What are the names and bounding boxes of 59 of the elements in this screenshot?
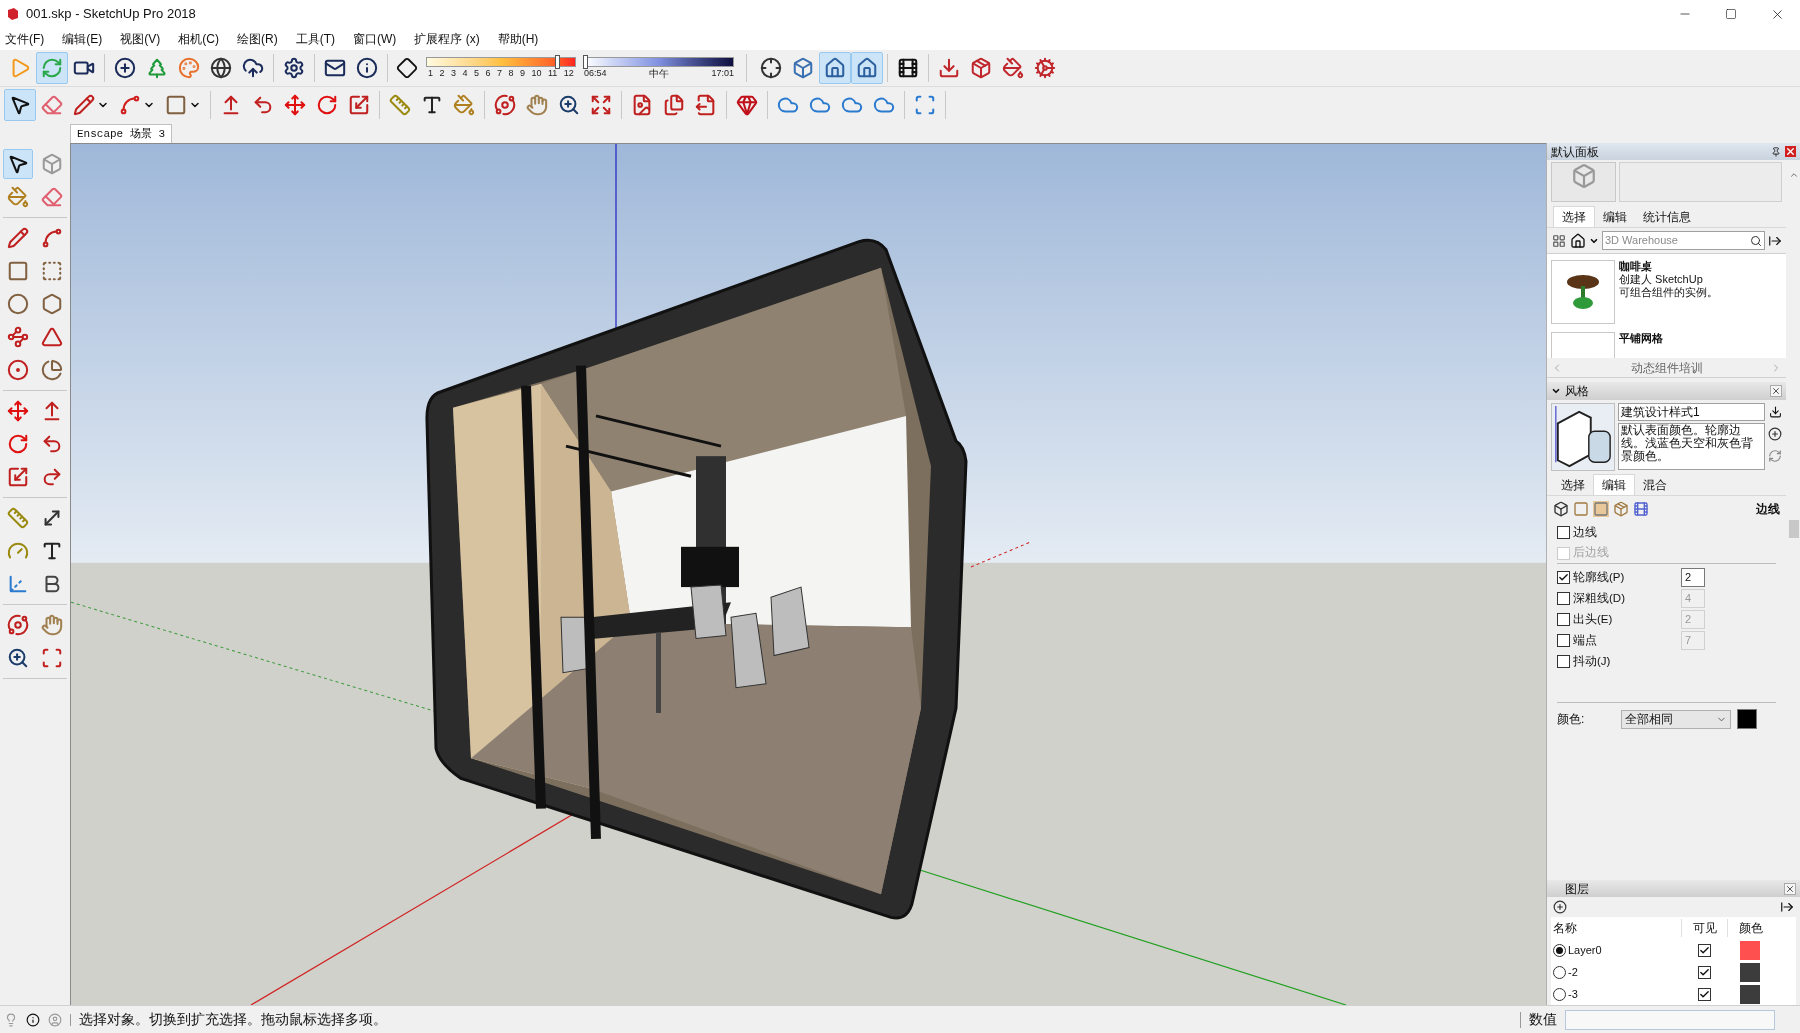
window-title: 001.skp - SketchUp Pro 2018 (26, 5, 196, 24)
menu-item[interactable]: 相机(C) (175, 30, 222, 48)
option-label: 深粗线(D) (1573, 590, 1626, 606)
month-label: 11 (548, 68, 558, 79)
month-label: 6 (485, 68, 491, 79)
component-title[interactable]: 咖啡桌 (1619, 260, 1718, 273)
time-end-label: 17:01 (711, 68, 734, 79)
component-description: 可组合组件的实例。 (1619, 286, 1718, 299)
collection-name: 动态组件培训 (1630, 359, 1703, 377)
style-description-field[interactable]: 默认表面颜色。轮廓边线。浅蓝色天空和灰色背景颜色。 (1618, 423, 1765, 470)
month-label: 5 (474, 68, 479, 79)
panel-tab[interactable]: 编辑 (1593, 474, 1635, 495)
panel-title: 风格 (1565, 383, 1589, 400)
panel-title: 图层 (1565, 880, 1589, 898)
time-start-label: 06:54 (584, 68, 607, 79)
menu-item[interactable]: 帮助(H) (494, 30, 542, 48)
measurements-label: 数值 (1529, 1010, 1557, 1029)
option-label: 轮廓线(P) (1573, 569, 1626, 585)
month-label: 7 (497, 68, 502, 79)
layer-name: -3 (1568, 986, 1578, 1002)
option-value-field[interactable]: 2 (1681, 568, 1705, 587)
search-input[interactable]: 3D Warehouse (1605, 232, 1705, 249)
style-name-field[interactable]: 建筑设计样式1 (1618, 403, 1765, 421)
option-label: 抖动(J) (1573, 653, 1612, 669)
tray-title: 默认面板 (1551, 143, 1599, 161)
month-label: 3 (451, 68, 456, 79)
column-header[interactable]: 颜色 (1727, 919, 1773, 937)
menu-item[interactable]: 文件(F) (2, 30, 48, 48)
layer-name: Layer0 (1568, 942, 1602, 958)
menu-item[interactable]: 工具(T) (292, 30, 338, 48)
option-label: 边线 (1573, 524, 1598, 540)
color-label: 颜色: (1557, 711, 1586, 728)
time-noon-label: 中午 (649, 68, 669, 79)
scene-tab[interactable]: Enscape 场景 3 (70, 124, 172, 143)
menu-item[interactable]: 扩展程序 (x) (411, 30, 483, 48)
option-label: 出头(E) (1573, 611, 1614, 627)
menu-item[interactable]: 视图(V) (117, 30, 164, 48)
month-label: 4 (462, 68, 468, 79)
month-label: 8 (508, 68, 514, 79)
month-label: 2 (439, 68, 445, 79)
status-message: 选择对象。切换到扩充选择。拖动鼠标选择多项。 (79, 1010, 387, 1029)
column-header[interactable]: 名称 (1551, 919, 1681, 937)
month-label: 10 (531, 68, 542, 79)
menu-item[interactable]: 窗口(W) (350, 30, 400, 48)
section-label: 边线 (1756, 501, 1780, 518)
color-mode-dropdown[interactable]: 全部相同 (1621, 709, 1731, 729)
search-field[interactable]: 3D Warehouse (1602, 231, 1765, 250)
layer-name: -2 (1568, 964, 1578, 980)
month-label: 9 (520, 68, 525, 79)
option-label: 端点 (1573, 632, 1598, 648)
menu-item[interactable]: 编辑(E) (59, 30, 106, 48)
panel-tab[interactable]: 选择 (1553, 206, 1595, 227)
month-label: 12 (563, 68, 574, 79)
month-label: 1 (428, 68, 433, 79)
component-title[interactable]: 平铺网格 (1619, 332, 1663, 345)
menu-item[interactable]: 绘图(R) (234, 30, 281, 48)
column-header[interactable]: 可见 (1681, 919, 1727, 937)
component-author: 创建人 SketchUp (1619, 273, 1704, 286)
option-label: 后边线 (1573, 545, 1610, 561)
